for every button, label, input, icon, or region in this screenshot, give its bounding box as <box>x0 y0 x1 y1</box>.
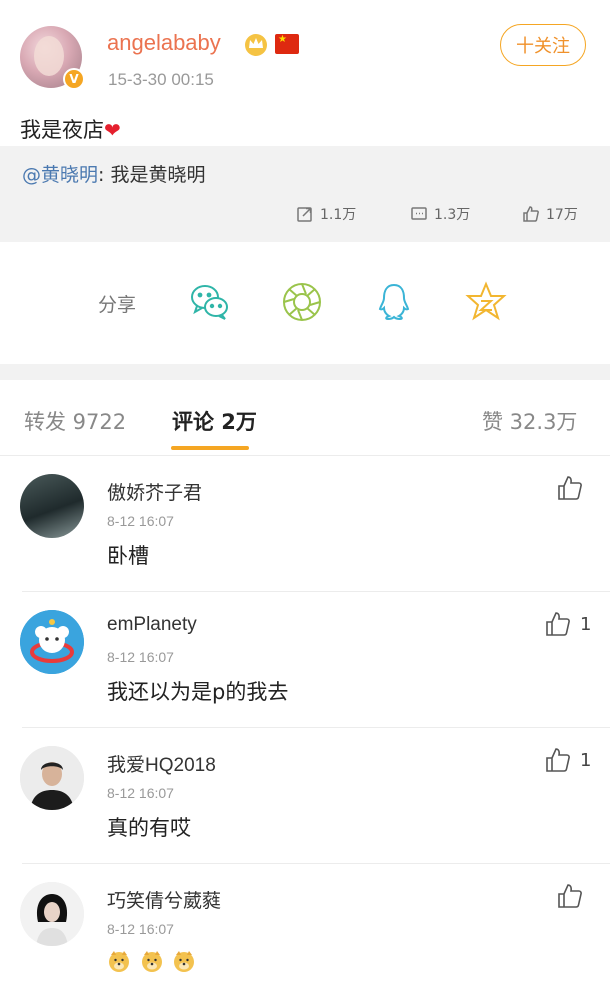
heart-emoji: ❤ <box>104 118 121 142</box>
comment-count-button[interactable]: 1.3万 <box>410 204 470 224</box>
reposted-content[interactable]: @黄晓明: 我是黄晓明 1.1万 1.3万 17万 <box>0 146 610 242</box>
commenter-name[interactable]: emPlanety <box>107 614 197 636</box>
repost-separator: : <box>98 164 111 186</box>
doge-emoji <box>109 951 129 972</box>
comment-text: 我还以为是p的我去 <box>107 680 289 704</box>
follow-button[interactable]: 十关注 <box>500 24 586 66</box>
thumbs-up-icon <box>546 748 570 772</box>
tab-comments[interactable]: 评论 2万 <box>172 406 257 436</box>
commenter-avatar[interactable] <box>20 746 84 810</box>
comment-like-button[interactable]: 1 <box>544 610 591 638</box>
like-count-button[interactable]: 17万 <box>522 204 578 224</box>
china-flag-icon: ★ <box>275 34 299 54</box>
comment-time: 8-12 16:07 <box>107 649 174 665</box>
qq-icon[interactable] <box>372 280 416 324</box>
comment-time: 8-12 16:07 <box>107 785 174 801</box>
moments-icon[interactable] <box>280 280 324 324</box>
comment-time: 8-12 16:07 <box>107 513 174 529</box>
qzone-icon[interactable] <box>464 280 508 324</box>
avatar-portrait <box>20 882 84 946</box>
author-name[interactable]: angelababy <box>107 30 221 56</box>
doge-emoji <box>174 951 195 972</box>
commenter-name[interactable]: 傲娇芥子君 <box>107 478 202 505</box>
active-tab-indicator <box>171 446 249 450</box>
tab-reposts[interactable]: 转发 9722 <box>24 406 126 436</box>
share-row: 分享 <box>0 246 610 364</box>
post-text: 我是夜店❤ <box>20 114 121 144</box>
repost-icon <box>297 207 312 222</box>
commenter-name[interactable]: 我爱HQ2018 <box>107 750 216 777</box>
thumbs-up-icon <box>558 476 582 500</box>
section-divider <box>0 364 610 380</box>
repost-body: 我是黄晓明 <box>110 164 206 186</box>
verified-badge-icon: V <box>63 68 85 90</box>
wechat-icon[interactable] <box>188 280 232 324</box>
share-label: 分享 <box>98 294 137 316</box>
comment-count: 1.3万 <box>434 207 471 223</box>
comment-like-button[interactable] <box>556 882 592 910</box>
commenter-avatar[interactable] <box>20 474 84 538</box>
doge-emoji <box>141 951 162 972</box>
weibo-post: V angelababy ★ 15-3-30 00:15 十关注 我是夜店❤ @… <box>0 0 610 246</box>
post-text-content: 我是夜店 <box>20 118 104 142</box>
commenter-name[interactable]: 巧笑倩兮葳蕤 <box>107 886 221 913</box>
mention-link[interactable]: @黄晓明 <box>22 164 98 186</box>
comment-item: 傲娇芥子君 8-12 16:07 卧槽 <box>0 456 610 592</box>
comment-item: 我爱HQ2018 8-12 16:07 真的有哎 1 <box>0 728 610 864</box>
thumbs-up-icon <box>558 884 582 908</box>
avatar-portrait <box>20 746 84 810</box>
repost-count: 1.1万 <box>320 207 357 223</box>
comment-emoji-row <box>107 948 198 973</box>
interaction-tabs: 转发 9722 评论 2万 赞 32.3万 <box>0 380 610 456</box>
comment-item: emPlanety 8-12 16:07 我还以为是p的我去 1 <box>0 592 610 728</box>
commenter-avatar[interactable] <box>20 882 84 946</box>
comment-text: 真的有哎 <box>107 816 191 840</box>
comment-icon <box>411 207 427 220</box>
tab-likes[interactable]: 赞 32.3万 <box>482 406 577 436</box>
comment-like-button[interactable] <box>556 474 592 502</box>
comment-item: 巧笑倩兮葳蕤 8-12 16:07 <box>0 864 610 1000</box>
comment-time: 8-12 16:07 <box>107 921 174 937</box>
vip-crown-icon <box>245 34 267 56</box>
avatar-face <box>34 36 64 76</box>
repost-count-button[interactable]: 1.1万 <box>296 204 356 224</box>
comment-like-count: 1 <box>580 749 592 771</box>
post-timestamp: 15-3-30 00:15 <box>108 70 214 89</box>
repost-text: @黄晓明: 我是黄晓明 <box>22 160 205 187</box>
comment-like-count: 1 <box>580 613 592 635</box>
comment-text: 卧槽 <box>107 544 149 568</box>
thumbs-up-icon <box>546 612 570 636</box>
comment-like-button[interactable]: 1 <box>544 746 591 774</box>
commenter-avatar[interactable] <box>20 610 84 674</box>
avatar-character-icon <box>20 610 84 674</box>
like-count: 17万 <box>546 207 578 223</box>
thumbs-up-icon <box>523 206 539 222</box>
